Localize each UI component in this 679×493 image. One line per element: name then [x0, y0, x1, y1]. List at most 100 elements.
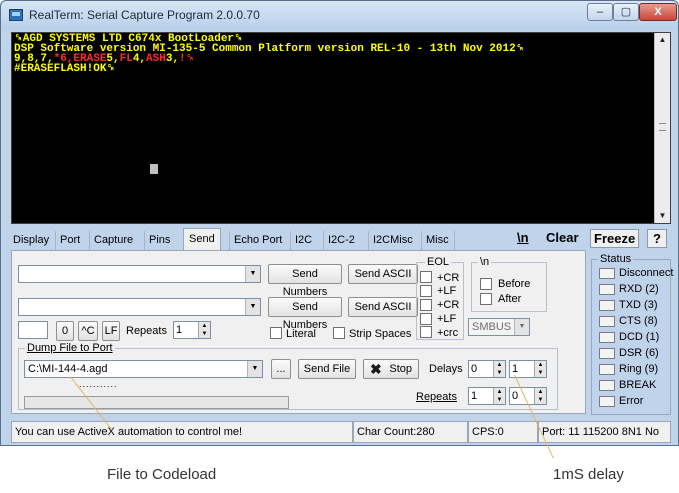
status-panel: Status Disconnect RXD (2) TXD (3) CTS (8… [591, 253, 673, 415]
send-numbers-button-1[interactable]: Send Numbers [268, 264, 342, 298]
statusbar-message: You can use ActiveX automation to contro… [11, 421, 353, 443]
status-led-icon [599, 380, 615, 391]
status-led-icon [599, 348, 615, 359]
strip-spaces-checkbox[interactable] [333, 327, 345, 339]
terminal-text-segment: 4, [132, 53, 147, 65]
tab-misc[interactable]: Misc [421, 231, 455, 250]
lf-button[interactable]: LF [102, 321, 120, 341]
delays-label: Delays [429, 363, 463, 375]
delay-1-spinner[interactable]: 0 ▲ ▼ [468, 360, 506, 378]
window-title: RealTerm: Serial Capture Program 2.0.0.7… [29, 8, 260, 22]
status-item[interactable]: Disconnect [599, 267, 673, 281]
after-checkbox[interactable] [480, 293, 492, 305]
strip-spaces-label: Strip Spaces [349, 328, 412, 340]
scroll-grip-icon[interactable] [659, 123, 666, 131]
spinner-arrows-icon[interactable]: ▲ ▼ [534, 388, 546, 404]
status-item: CTS (8) [599, 315, 673, 329]
before-checkbox[interactable] [480, 278, 492, 290]
tab-i2c[interactable]: I2C [290, 231, 312, 250]
status-item[interactable]: Error [599, 395, 673, 409]
spinner-arrows-icon[interactable]: ▲ ▼ [198, 322, 210, 338]
terminal-text-segment: !␍ [179, 53, 195, 65]
status-label: Ring (9) [619, 363, 659, 375]
close-button[interactable]: X [639, 3, 677, 21]
literal-label: Literal [286, 328, 316, 340]
tab-i2c-2[interactable]: I2C-2 [323, 231, 355, 250]
repeats-label: Repeats [126, 325, 167, 337]
newline-button[interactable]: \n [514, 229, 532, 248]
after-label: After [498, 293, 522, 305]
delay-1-value: 0 [471, 363, 478, 375]
chevron-down-icon[interactable]: ▼ [514, 319, 529, 335]
newline-group: \n Before After [471, 256, 547, 312]
dump-file-input[interactable]: C:\MI-144-4.agd ▼ [24, 360, 263, 378]
repeats-spinner[interactable]: 1 ▲ ▼ [173, 321, 211, 339]
status-led-icon [599, 284, 615, 295]
clear-button[interactable]: Clear [543, 229, 582, 248]
chevron-down-icon[interactable]: ▼ [245, 299, 260, 315]
callout-line-file-tail [97, 446, 98, 466]
eol-lf-checkbox[interactable] [420, 285, 432, 297]
send-ascii-button-2[interactable]: Send ASCII [348, 297, 418, 317]
spinner-arrows-icon[interactable]: ▲ ▼ [493, 388, 505, 404]
eol-lf-checkbox[interactable] [420, 313, 432, 325]
char-count: Char Count:280 [353, 421, 468, 443]
send-ascii-button-1[interactable]: Send ASCII [348, 264, 418, 284]
send-file-button[interactable]: Send File [298, 359, 356, 379]
status-label: TXD (3) [619, 299, 658, 311]
spinner-arrows-icon[interactable]: ▲ ▼ [534, 361, 546, 377]
send-input-1[interactable]: ▼ [18, 265, 261, 283]
tab-echo-port[interactable]: Echo Port [229, 231, 282, 250]
status-led-icon [599, 316, 615, 327]
eol-cr-checkbox[interactable] [420, 271, 432, 283]
status-item: DSR (6) [599, 347, 673, 361]
scroll-up-icon[interactable]: ▲ [655, 33, 670, 47]
tab-send[interactable]: Send [183, 228, 221, 250]
status-item: RXD (2) [599, 283, 673, 297]
app-icon [9, 9, 23, 21]
status-item: Ring (9) [599, 363, 673, 377]
chevron-down-icon[interactable]: ▼ [245, 266, 260, 282]
stop-button[interactable]: ✖ Stop [363, 359, 419, 379]
tab-display[interactable]: Display [11, 231, 49, 250]
app-window: RealTerm: Serial Capture Program 2.0.0.7… [0, 0, 679, 446]
help-button[interactable]: ? [647, 229, 667, 248]
tab-port[interactable]: Port [55, 231, 80, 250]
minimize-button[interactable]: – [587, 3, 613, 21]
chevron-down-icon[interactable]: ▼ [247, 361, 262, 377]
status-label: BREAK [619, 379, 657, 391]
scroll-down-icon[interactable]: ▼ [655, 209, 670, 223]
smbus-select[interactable]: SMBUS 8 ▼ [468, 318, 530, 336]
eol-label: +LF [437, 313, 457, 325]
terminal-display[interactable]: ␍AGD SYSTEMS LTD C674x BootLoader␍ DSP So… [11, 32, 671, 224]
literal-checkbox[interactable] [270, 327, 282, 339]
stop-label: Stop [389, 363, 412, 375]
freeze-button[interactable]: Freeze [590, 229, 640, 248]
dump-progress-dots: ........... [79, 379, 118, 389]
eol-crc-checkbox[interactable] [420, 326, 432, 338]
zero-button[interactable]: 0 [56, 321, 74, 341]
tab-pins[interactable]: Pins [144, 231, 170, 250]
tab-capture[interactable]: Capture [89, 231, 133, 250]
status-label: Disconnect [619, 267, 674, 279]
status-label: Error [619, 395, 644, 407]
number-input[interactable] [18, 321, 48, 339]
terminal-scrollbar[interactable]: ▲ ▼ [654, 33, 670, 223]
eol-group: EOL +CR +LF +CR +LF +crc [416, 256, 464, 340]
send-input-2[interactable]: ▼ [18, 298, 261, 316]
eol-cr-checkbox[interactable] [420, 299, 432, 311]
send-numbers-button-2[interactable]: Send Numbers [268, 297, 342, 331]
browse-button[interactable]: ... [271, 359, 291, 379]
tab-i2cmisc[interactable]: I2CMisc [368, 231, 413, 250]
ctrl-c-button[interactable]: ^C [78, 321, 98, 341]
status-item[interactable]: BREAK [599, 379, 673, 393]
callout-file-to-codeload: File to Codeload [107, 466, 217, 483]
maximize-button[interactable]: ▢ [613, 3, 639, 21]
status-label: DSR (6) [619, 347, 659, 359]
status-title: Status [598, 253, 634, 265]
status-label: CTS (8) [619, 315, 658, 327]
spinner-arrows-icon[interactable]: ▲ ▼ [493, 361, 505, 377]
dump-repeats-label: Repeats [416, 391, 457, 403]
dump-repeats-1-spinner[interactable]: 1 ▲ ▼ [468, 387, 506, 405]
terminal-line: #ERASEFLASH!OK␍ [14, 63, 116, 75]
